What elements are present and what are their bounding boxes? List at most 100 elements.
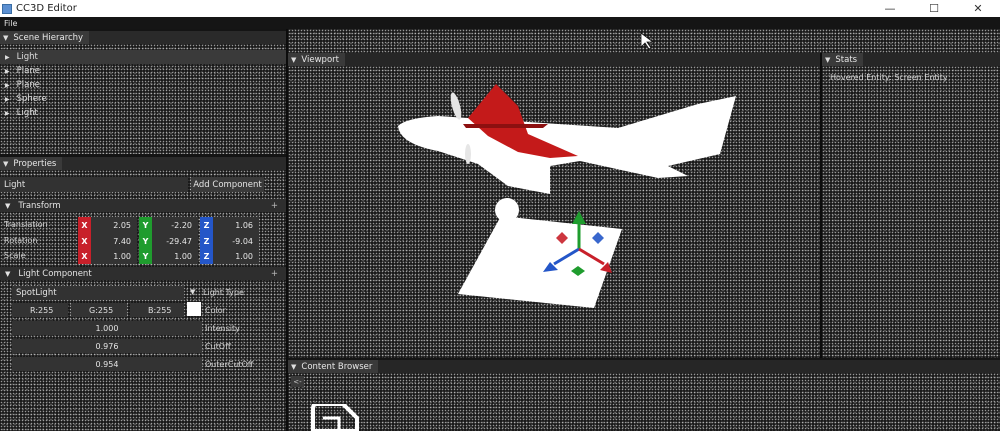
- scale-y-field[interactable]: 1.00: [152, 248, 198, 264]
- tab-scene-hierarchy[interactable]: ▼ Scene Hierarchy: [0, 31, 90, 44]
- intensity-label: Intensity: [205, 324, 240, 333]
- collapse-icon[interactable]: ▼: [291, 56, 296, 64]
- scale-x-reset-button[interactable]: X: [78, 248, 91, 264]
- hierarchy-item-label: Sphere: [16, 94, 47, 104]
- hierarchy-item[interactable]: ▶ Sphere: [0, 92, 286, 106]
- outer-cutoff-label: OuterCutOff: [205, 360, 254, 369]
- airplane-stabilizer[interactable]: [463, 124, 548, 128]
- file-icon[interactable]: [309, 404, 359, 431]
- properties-header: ▼ Properties: [0, 157, 286, 170]
- translation-x-field[interactable]: 2.05: [91, 217, 137, 233]
- color-swatch[interactable]: [187, 302, 201, 316]
- collapse-icon[interactable]: ▼: [291, 363, 296, 371]
- minimize-button[interactable]: —: [868, 0, 912, 17]
- outer-cutoff-field[interactable]: 0.954: [12, 357, 202, 371]
- viewport-header: ▼ Viewport: [288, 53, 820, 66]
- rotation-x-reset-button[interactable]: X: [78, 233, 91, 249]
- hierarchy-item[interactable]: ▶ Light: [0, 50, 286, 64]
- tab-viewport[interactable]: ▼ Viewport: [288, 53, 345, 66]
- propeller[interactable]: [449, 91, 464, 120]
- tab-properties[interactable]: ▼ Properties: [0, 157, 63, 170]
- translation-z-field[interactable]: 1.06: [213, 217, 259, 233]
- airplane-mesh[interactable]: [398, 96, 736, 194]
- color-g-field[interactable]: G:255: [71, 303, 127, 317]
- color-b-field[interactable]: B:255: [130, 303, 184, 317]
- plus-icon[interactable]: +: [271, 201, 278, 211]
- content-browser-header: ▼ Content Browser: [288, 360, 1000, 373]
- hierarchy-item-label: Light: [16, 52, 38, 62]
- rotation-y-reset-button[interactable]: Y: [139, 233, 152, 249]
- scale-x-field[interactable]: 1.00: [91, 248, 137, 264]
- color-r-field[interactable]: R:255: [12, 303, 68, 317]
- window-title: CC3D Editor: [16, 3, 77, 14]
- back-button[interactable]: <-: [291, 376, 304, 387]
- tab-stats[interactable]: ▼ Stats: [822, 53, 864, 66]
- close-button[interactable]: ✕: [956, 0, 1000, 17]
- hovered-entity-text: Hovered Entity: Screen Entity: [830, 73, 948, 82]
- light-type-select[interactable]: SpotLight: [12, 286, 184, 300]
- translation-x-reset-button[interactable]: X: [78, 217, 91, 233]
- hierarchy-item[interactable]: ▶ Plane: [0, 64, 286, 78]
- intensity-field[interactable]: 1.000: [12, 321, 202, 335]
- rotation-z-reset-button[interactable]: Z: [200, 233, 213, 249]
- content-browser-panel: [288, 373, 1000, 431]
- hierarchy-item[interactable]: ▶ Light: [0, 106, 286, 120]
- translation-y-reset-button[interactable]: Y: [139, 217, 152, 233]
- scene-hierarchy-header: ▼ Scene Hierarchy: [0, 31, 286, 44]
- scale-y-reset-button[interactable]: Y: [139, 248, 152, 264]
- tab-content-browser[interactable]: ▼ Content Browser: [288, 360, 379, 373]
- rotation-z-field[interactable]: -9.04: [213, 233, 259, 249]
- color-label: Color: [205, 306, 226, 315]
- expand-arrow-icon[interactable]: ▶: [5, 110, 10, 117]
- menu-bar: File: [0, 17, 1000, 29]
- add-component-button[interactable]: Add Component: [191, 177, 264, 192]
- dock-splitter[interactable]: [820, 53, 822, 358]
- expand-arrow-icon[interactable]: ▶: [5, 82, 10, 89]
- propeller[interactable]: [465, 144, 471, 164]
- section-title: Light Component: [18, 268, 92, 279]
- tab-label: Viewport: [301, 54, 339, 65]
- collapse-icon[interactable]: ▼: [3, 160, 8, 168]
- translation-y-field[interactable]: -2.20: [152, 217, 198, 233]
- rotation-label: Rotation: [4, 236, 38, 245]
- scale-z-field[interactable]: 1.00: [213, 248, 259, 264]
- collapse-icon[interactable]: ▼: [3, 34, 8, 42]
- rotation-y-field[interactable]: -29.47: [152, 233, 198, 249]
- sphere-mesh[interactable]: [495, 198, 519, 222]
- tab-label: Properties: [13, 158, 57, 169]
- chevron-down-icon[interactable]: ▼: [190, 288, 195, 296]
- maximize-button[interactable]: ☐: [912, 0, 956, 17]
- entity-name-input[interactable]: Light: [0, 177, 188, 192]
- mouse-cursor-icon: [640, 32, 654, 50]
- viewport-scene[interactable]: [288, 66, 820, 358]
- rotation-x-field[interactable]: 7.40: [91, 233, 137, 249]
- window-controls: — ☐ ✕: [868, 0, 1000, 17]
- light-component-header[interactable]: ▼ Light Component +: [0, 267, 286, 280]
- dock-splitter[interactable]: [286, 29, 288, 431]
- title-bar: CC3D Editor — ☐ ✕: [0, 0, 1000, 17]
- plus-icon[interactable]: +: [271, 269, 278, 279]
- app-icon: [2, 3, 12, 14]
- expand-arrow-icon[interactable]: ▶: [5, 54, 10, 61]
- menu-file[interactable]: File: [4, 19, 17, 28]
- collapse-icon[interactable]: ▼: [825, 56, 830, 64]
- tab-label: Scene Hierarchy: [13, 32, 84, 43]
- stats-panel: [822, 66, 1000, 358]
- cutoff-label: CutOff: [205, 342, 231, 351]
- transform-header[interactable]: ▼ Transform +: [0, 199, 286, 212]
- collapse-icon[interactable]: ▼: [5, 202, 10, 210]
- hierarchy-item-label: Light: [16, 108, 38, 118]
- expand-arrow-icon[interactable]: ▶: [5, 68, 10, 75]
- hierarchy-item[interactable]: ▶ Plane: [0, 78, 286, 92]
- cutoff-field[interactable]: 0.976: [12, 339, 202, 353]
- translation-z-reset-button[interactable]: Z: [200, 217, 213, 233]
- scale-z-reset-button[interactable]: Z: [200, 248, 213, 264]
- collapse-icon[interactable]: ▼: [5, 270, 10, 278]
- translation-row: Translation X 2.05 Y -2.20 Z 1.06: [0, 217, 286, 234]
- hierarchy-item-label: Plane: [16, 66, 40, 76]
- scale-label: Scale: [4, 251, 26, 260]
- section-title: Transform: [18, 200, 61, 211]
- ground-plane[interactable]: [458, 216, 622, 308]
- expand-arrow-icon[interactable]: ▶: [5, 96, 10, 103]
- tab-label: Stats: [835, 54, 858, 65]
